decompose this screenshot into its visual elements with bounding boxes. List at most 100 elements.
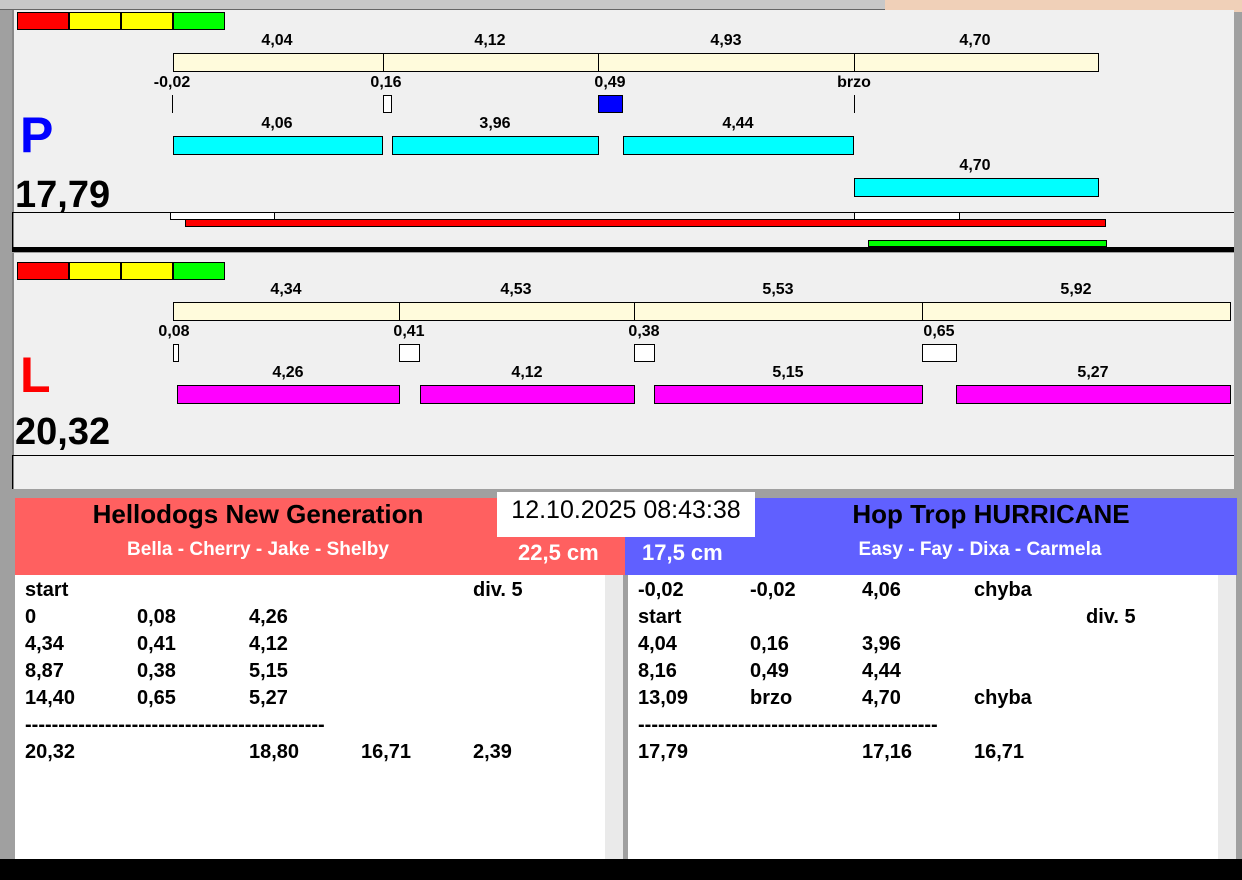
run-bar — [383, 53, 599, 72]
dog-time-label: 4,12 — [511, 364, 543, 381]
lane-letter: P — [20, 107, 54, 163]
dog-time-label: 4,26 — [272, 364, 304, 381]
table-cell: 8,16 — [638, 660, 677, 682]
reaction-marker — [634, 344, 655, 362]
dog-bar — [420, 385, 635, 404]
right-team-name: Hop Trop HURRICANE — [852, 499, 1130, 529]
table-cell: ----------------------------------------… — [638, 714, 938, 736]
table-cell: chyba — [974, 687, 1032, 709]
dog-bar — [392, 136, 599, 155]
light-red — [17, 12, 69, 30]
table-cell: -0,02 — [750, 579, 796, 601]
run-time-label: 4,70 — [959, 32, 991, 49]
dog-bar — [854, 178, 1099, 197]
table-cell: 14,40 — [25, 687, 76, 709]
table-cell: start — [25, 579, 69, 601]
run-time-label: 4,34 — [270, 281, 302, 298]
table-cell: 4,70 — [862, 687, 901, 709]
reaction-marker — [173, 344, 179, 362]
table-cell: 4,26 — [249, 606, 288, 628]
light-green — [173, 262, 225, 280]
table-cell: ----------------------------------------… — [25, 714, 325, 736]
table-cell: 17,79 — [638, 741, 689, 763]
right-results-table: -0,02 -0,02 4,06 chyba start div. 5 4,04 0,16 3,… — [628, 575, 1218, 859]
reaction-marker — [922, 344, 957, 362]
lane-total: 17,79 — [15, 174, 111, 216]
timeline-red-bar — [185, 219, 1106, 227]
left-team-height: 22,5 cm — [518, 540, 599, 565]
reaction-label: 0,38 — [628, 323, 660, 340]
left-results-table: start div. 5 0 0,08 4,26 4,34 0,41 4,12 8,87 0,38… — [15, 575, 605, 859]
datetime-box: 12.10.2025 08:43:38 — [497, 492, 755, 537]
dog-time-label: 4,44 — [722, 115, 754, 132]
table-cell: brzo — [750, 687, 793, 709]
table-cell: 4,06 — [862, 579, 901, 601]
light-yellow-2 — [121, 262, 173, 280]
light-yellow-2 — [121, 12, 173, 30]
table-cell: 4,04 — [638, 633, 677, 655]
light-green — [173, 12, 225, 30]
light-yellow-1 — [69, 262, 121, 280]
table-cell: 4,12 — [249, 633, 288, 655]
reaction-label: 0,08 — [158, 323, 190, 340]
table-cell: 2,39 — [473, 741, 512, 763]
table-cell: 0,38 — [137, 660, 176, 682]
lane-letter: L — [20, 347, 51, 403]
table-cell: 17,16 — [862, 741, 913, 763]
timeline-box — [12, 455, 1234, 489]
reaction-label: 0,16 — [370, 74, 402, 91]
run-time-label: 4,12 — [474, 32, 506, 49]
run-time-label: 4,04 — [261, 32, 293, 49]
left-scrollbar[interactable] — [605, 575, 623, 859]
reaction-marker — [172, 95, 173, 113]
right-team-height: 17,5 cm — [642, 540, 723, 565]
lane-divider — [12, 247, 1234, 252]
run-bar — [173, 302, 400, 321]
light-red — [17, 262, 69, 280]
lane-l-panel — [12, 253, 1234, 489]
reaction-label: 0,49 — [594, 74, 626, 91]
lane-total: 20,32 — [15, 411, 111, 453]
reaction-label: 0,41 — [393, 323, 425, 340]
table-cell: 0 — [25, 606, 37, 628]
table-cell: 5,15 — [249, 660, 288, 682]
dog-time-label: 4,06 — [261, 115, 293, 132]
dog-bar — [654, 385, 923, 404]
run-time-label: 5,92 — [1060, 281, 1092, 298]
table-cell: 0,41 — [137, 633, 176, 655]
bottom-bar — [0, 859, 1242, 880]
table-cell: 5,27 — [249, 687, 288, 709]
run-time-label: 5,53 — [762, 281, 794, 298]
run-bar — [399, 302, 635, 321]
table-cell: 3,96 — [862, 633, 901, 655]
light-yellow-1 — [69, 12, 121, 30]
table-cell: 13,09 — [638, 687, 689, 709]
table-cell: chyba — [974, 579, 1032, 601]
run-bar — [922, 302, 1231, 321]
table-cell: div. 5 — [1086, 606, 1136, 628]
table-cell: 0,16 — [750, 633, 789, 655]
reaction-label: brzo — [837, 74, 871, 91]
run-time-label: 4,93 — [710, 32, 742, 49]
table-cell: 16,71 — [974, 741, 1025, 763]
table-cell: 0,65 — [137, 687, 176, 709]
right-team-dogs: Easy - Fay - Dixa - Carmela — [858, 539, 1102, 560]
table-cell: 8,87 — [25, 660, 64, 682]
table-cell: 20,32 — [25, 741, 76, 763]
reaction-marker-fault — [598, 95, 623, 113]
dog-time-label: 5,15 — [772, 364, 804, 381]
table-cell: -0,02 — [638, 579, 684, 601]
dog-time-label: 3,96 — [479, 115, 511, 132]
table-cell: 16,71 — [361, 741, 412, 763]
table-cell: 4,44 — [862, 660, 901, 682]
right-scrollbar[interactable] — [1218, 575, 1236, 859]
run-bar — [173, 53, 384, 72]
dog-bar — [623, 136, 854, 155]
table-cell: 0,49 — [750, 660, 789, 682]
timeline-green-bar — [868, 240, 1107, 247]
table-cell: start — [638, 606, 682, 628]
reaction-marker — [399, 344, 420, 362]
dog-bar — [173, 136, 383, 155]
run-time-label: 4,53 — [500, 281, 532, 298]
reaction-label: 0,65 — [923, 323, 955, 340]
